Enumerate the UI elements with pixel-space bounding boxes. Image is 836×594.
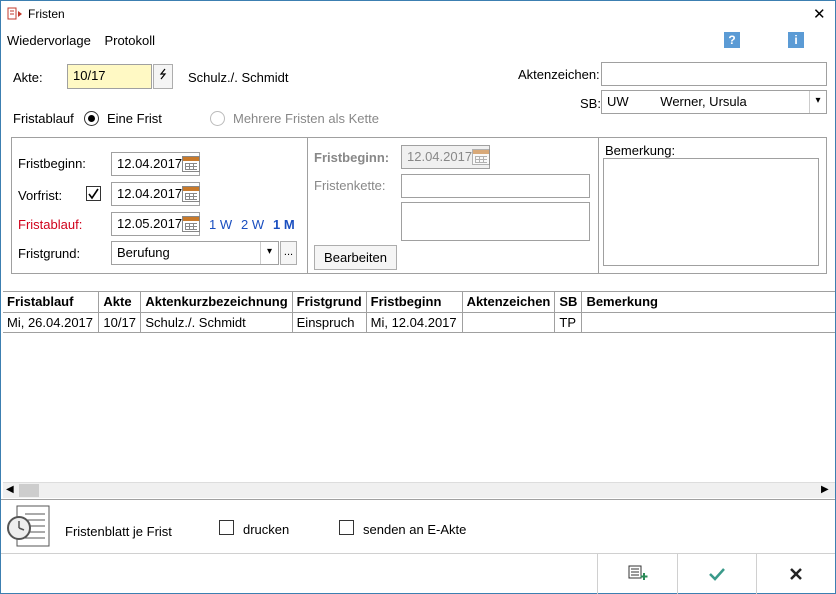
aktenzeichen-input[interactable] (601, 62, 827, 86)
help-icon[interactable]: ? (724, 32, 740, 48)
menu-wiedervorlage[interactable]: Wiedervorlage (7, 33, 91, 48)
calendar-icon[interactable] (182, 216, 200, 232)
col-fristbeginn[interactable]: Fristbeginn (366, 292, 463, 313)
col-aktenkurzbezeichnung[interactable]: Aktenkurzbezeichnung (140, 292, 293, 313)
bearbeiten-button[interactable]: Bearbeiten (314, 245, 397, 270)
ok-button[interactable] (678, 554, 756, 594)
close-window-button[interactable]: ✕ (813, 5, 826, 23)
scroll-left-icon[interactable]: ◀ (6, 484, 14, 495)
fristenblatt-label: Fristenblatt je Frist (65, 524, 172, 539)
fristenkette-label: Fristenkette: (314, 178, 386, 193)
col-sb[interactable]: SB (554, 292, 583, 313)
fristen-window: Fristen ✕ Wiedervorlage Protokoll ? i Ak… (0, 0, 836, 594)
col-fristgrund[interactable]: Fristgrund (292, 292, 367, 313)
senden-e-akte-checkbox[interactable] (339, 520, 354, 535)
col-fristablauf[interactable]: Fristablauf (3, 292, 100, 313)
info-icon[interactable]: i (788, 32, 804, 48)
fristablauf-label: Fristablauf: (18, 217, 83, 232)
sb-select[interactable]: UW Werner, Ursula (601, 90, 827, 114)
vorfrist-checkbox[interactable] (86, 186, 101, 201)
cell-aktenzeichen (462, 312, 556, 333)
cell-fristablauf: Mi, 26.04.2017 (3, 312, 100, 333)
title-bar: Fristen ✕ (1, 1, 835, 27)
add-list-button[interactable] (598, 554, 677, 594)
sb-name: Werner, Ursula (660, 94, 747, 109)
table-header-row: Fristablauf Akte Aktenkurzbezeichnung Fr… (3, 292, 835, 313)
aktenzeichen-label: Aktenzeichen: (518, 67, 600, 82)
fristgrund-select[interactable]: Berufung (111, 241, 279, 265)
fristablauf-radio-label: Fristablauf (13, 111, 74, 126)
quick-1-week[interactable]: 1 W (209, 217, 232, 232)
col-aktenzeichen[interactable]: Aktenzeichen (462, 292, 556, 313)
app-icon (7, 7, 22, 20)
fristen-table-container: Fristablauf Akte Aktenkurzbezeichnung Fr… (3, 291, 835, 498)
scrollbar-thumb[interactable] (19, 484, 39, 497)
fristenkette-input[interactable] (401, 174, 590, 198)
menu-protokoll[interactable]: Protokoll (104, 33, 155, 48)
chevron-down-icon[interactable]: ▾ (260, 242, 278, 264)
radio-mehrere-fristen[interactable] (210, 111, 225, 126)
close-icon (790, 568, 802, 580)
cell-aktenkurzbezeichnung: Schulz./. Schmidt (140, 312, 293, 333)
divider (1, 499, 835, 500)
kette-fristbeginn-label: Fristbeginn: (314, 150, 390, 165)
clock-document-icon (7, 505, 50, 547)
menu-bar: Wiedervorlage Protokoll (7, 33, 165, 48)
drucken-checkbox[interactable] (219, 520, 234, 535)
cancel-button[interactable] (757, 554, 835, 594)
chevron-down-icon[interactable]: ▾ (809, 91, 826, 113)
akte-name: Schulz./. Schmidt (188, 70, 289, 85)
drucken-label: drucken (243, 522, 290, 537)
mehrere-fristen-label: Mehrere Fristen als Kette (233, 111, 379, 126)
fristen-table: Fristablauf Akte Aktenkurzbezeichnung Fr… (3, 292, 835, 333)
fristgrund-label: Fristgrund: (18, 246, 81, 261)
col-akte[interactable]: Akte (98, 292, 142, 313)
horizontal-scrollbar[interactable]: ◀ ▶ (3, 482, 835, 498)
cell-fristbeginn: Mi, 12.04.2017 (366, 312, 463, 333)
akte-lookup-button[interactable] (153, 64, 173, 89)
akte-input[interactable]: 10/17 (67, 64, 152, 89)
fristgrund-more-button[interactable]: ... (280, 241, 297, 265)
quick-2-weeks[interactable]: 2 W (241, 217, 264, 232)
cell-akte: 10/17 (98, 312, 142, 333)
sb-code: UW (607, 94, 629, 109)
scroll-right-icon[interactable]: ▶ (821, 484, 829, 495)
quick-1-month[interactable]: 1 M (273, 217, 295, 232)
cell-fristgrund: Einspruch (292, 312, 367, 333)
bemerkung-label: Bemerkung: (605, 143, 676, 158)
list-add-icon (628, 565, 648, 580)
eine-frist-label: Eine Frist (107, 111, 162, 126)
window-title: Fristen (28, 7, 65, 21)
fristbeginn-label: Fristbeginn: (18, 156, 86, 171)
checkmark-icon (88, 188, 99, 200)
bemerkung-textarea[interactable] (603, 158, 819, 266)
akte-label: Akte: (13, 70, 43, 85)
senden-e-akte-label: senden an E-Akte (363, 522, 467, 537)
fristenkette-list[interactable] (401, 202, 590, 241)
table-row[interactable]: Mi, 26.04.2017 10/17 Schulz./. Schmidt E… (3, 312, 835, 333)
col-bemerkung[interactable]: Bemerkung (581, 292, 835, 313)
calendar-icon[interactable] (472, 149, 490, 165)
calendar-icon[interactable] (182, 156, 200, 172)
lightning-icon (159, 68, 167, 80)
checkmark-icon (709, 568, 725, 581)
vorfrist-label: Vorfrist: (18, 188, 63, 203)
calendar-icon[interactable] (182, 186, 200, 202)
radio-eine-frist[interactable] (84, 111, 99, 126)
sb-label: SB: (580, 96, 601, 111)
cell-bemerkung (581, 312, 835, 333)
cell-sb: TP (554, 312, 583, 333)
